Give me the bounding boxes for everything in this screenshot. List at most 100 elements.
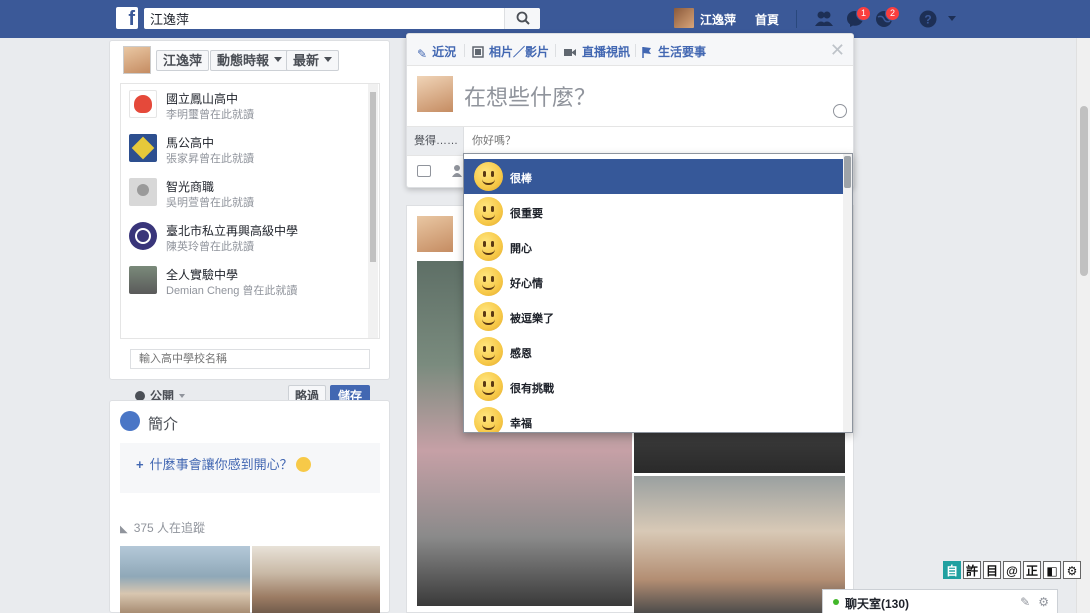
ime-button[interactable]: 自 bbox=[943, 561, 961, 579]
ime-button[interactable]: 許 bbox=[963, 561, 981, 579]
school-name: 國立鳳山高中 bbox=[166, 92, 239, 106]
tab-status-label: 近況 bbox=[432, 45, 457, 59]
friend-requests-button[interactable] bbox=[814, 9, 834, 29]
chat-bar[interactable]: 聊天室(130) ✎ ⚙ bbox=[822, 589, 1058, 613]
feeling-option[interactable]: 幸福 bbox=[464, 404, 844, 432]
search-box bbox=[144, 8, 540, 29]
latest-filter-label: 最新 bbox=[293, 53, 320, 68]
feeling-option[interactable]: 很重要 bbox=[464, 194, 844, 229]
list-item[interactable]: 馬公高中 張家昇曾在此就讀 bbox=[129, 130, 359, 170]
school-logo-icon bbox=[129, 134, 157, 162]
school-suggestion-list: 國立鳳山高中 李明璽曾在此就讀 馬公高中 張家昇曾在此就讀 智光商職 吳明萱曾在… bbox=[120, 83, 380, 339]
profile-name-button[interactable]: 江逸萍 bbox=[156, 50, 210, 71]
avatar[interactable] bbox=[417, 216, 453, 252]
feeling-option[interactable]: 很棒 bbox=[464, 159, 844, 194]
tab-live-video[interactable]: 直播視訊 bbox=[563, 43, 630, 61]
question-icon: ? bbox=[919, 10, 937, 28]
intro-prompt-link[interactable]: + 什麼事會讓你感到開心？ bbox=[136, 454, 311, 473]
ime-button[interactable]: 正 bbox=[1023, 561, 1041, 579]
search-input[interactable] bbox=[144, 8, 504, 29]
gear-icon[interactable]: ⚙ bbox=[1038, 595, 1049, 609]
notifications-button[interactable]: 2 bbox=[874, 6, 900, 29]
feeling-option[interactable]: 被逗樂了 bbox=[464, 299, 844, 334]
close-icon[interactable]: ✕ bbox=[830, 41, 845, 59]
avatar bbox=[417, 76, 453, 112]
caret-down-icon bbox=[948, 16, 956, 21]
messages-button[interactable]: 1 bbox=[845, 6, 871, 29]
smile-emoji-icon bbox=[474, 337, 503, 366]
profile-link[interactable]: 江逸萍 bbox=[700, 11, 736, 28]
feeling-input[interactable] bbox=[463, 127, 853, 155]
intro-card: 簡介 + 什麼事會讓你感到開心？ ◣ 375 人在追蹤 bbox=[109, 400, 390, 613]
compose-icon[interactable]: ✎ bbox=[1020, 595, 1030, 609]
plus-icon: + bbox=[136, 457, 144, 472]
list-item[interactable]: 國立鳳山高中 李明璽曾在此就讀 bbox=[129, 86, 359, 126]
avatar[interactable] bbox=[123, 46, 151, 74]
scrollbar-thumb[interactable] bbox=[844, 156, 851, 188]
school-name: 全人實驗中學 bbox=[166, 268, 239, 282]
school-attended-by: 陳英玲曾在此就讀 bbox=[166, 241, 254, 253]
page-scrollbar[interactable] bbox=[1076, 38, 1090, 613]
latest-filter-dropdown[interactable]: 最新 bbox=[286, 50, 340, 71]
list-item[interactable]: 全人實驗中學 Demian Cheng 曾在此就讀 bbox=[129, 262, 359, 302]
dropdown-scrollbar[interactable] bbox=[843, 154, 852, 432]
feeling-option[interactable]: 開心 bbox=[464, 229, 844, 264]
smile-emoji-icon bbox=[474, 372, 503, 401]
camera-icon[interactable] bbox=[417, 165, 431, 177]
scrollbar-thumb[interactable] bbox=[370, 92, 376, 262]
school-name: 馬公高中 bbox=[166, 136, 215, 150]
home-link[interactable]: 首頁 bbox=[755, 11, 779, 28]
tab-photo-video[interactable]: 相片／影片 bbox=[472, 43, 549, 61]
online-status-icon bbox=[833, 599, 839, 605]
tab-life-event[interactable]: 生活要事 bbox=[641, 43, 706, 61]
smile-emoji-icon bbox=[474, 232, 503, 261]
list-item[interactable]: 智光商職 吳明萱曾在此就讀 bbox=[129, 174, 359, 214]
school-card: 江逸萍 動態時報 最新 國立鳳山高中 李明璽曾在此就讀 馬公高中 張家昇曾在此就… bbox=[109, 40, 390, 406]
photo-thumbnail[interactable] bbox=[120, 546, 250, 613]
user-avatar[interactable] bbox=[674, 8, 694, 28]
chat-tools: ✎ ⚙ bbox=[1020, 595, 1049, 609]
friends-icon bbox=[815, 11, 833, 26]
ime-button[interactable]: @ bbox=[1003, 561, 1021, 579]
notifications-badge: 2 bbox=[884, 6, 900, 21]
smile-emoji-icon bbox=[474, 162, 503, 191]
photo-thumbnail[interactable] bbox=[252, 546, 380, 613]
smile-emoji-icon bbox=[295, 457, 311, 472]
school-attended-by: 吳明萱曾在此就讀 bbox=[166, 197, 254, 209]
feeling-option[interactable]: 感恩 bbox=[464, 334, 844, 369]
chat-label: 聊天室(130) bbox=[845, 597, 910, 611]
emoji-picker-icon[interactable] bbox=[833, 104, 847, 118]
school-search-input[interactable] bbox=[130, 349, 370, 369]
ime-button[interactable]: ◧ bbox=[1043, 561, 1061, 579]
divider bbox=[464, 44, 465, 57]
help-button[interactable]: ? bbox=[918, 9, 938, 29]
school-logo-icon bbox=[129, 90, 157, 118]
intro-title: 簡介 bbox=[148, 416, 179, 433]
facebook-logo-icon[interactable]: f bbox=[116, 7, 138, 29]
followers-count[interactable]: ◣ 375 人在追蹤 bbox=[120, 519, 205, 536]
tab-status[interactable]: ✎ 近況 bbox=[417, 43, 456, 61]
list-item[interactable]: 臺北市私立再興高級中學 陳英玲曾在此就讀 bbox=[129, 218, 359, 258]
smile-emoji-icon bbox=[474, 267, 503, 296]
intro-prompt-box[interactable]: + 什麼事會讓你感到開心？ bbox=[120, 443, 380, 493]
smile-emoji-icon bbox=[474, 197, 503, 226]
tag-friends-icon[interactable] bbox=[451, 164, 463, 178]
globe-icon bbox=[120, 411, 140, 431]
feeling-option[interactable]: 很有挑戰 bbox=[464, 369, 844, 404]
video-camera-icon bbox=[563, 47, 577, 61]
feeling-label: 覺得…… bbox=[407, 127, 463, 155]
photo-icon bbox=[472, 46, 484, 61]
divider bbox=[796, 10, 797, 28]
post-photo[interactable] bbox=[634, 476, 845, 613]
feeling-option[interactable]: 好心情 bbox=[464, 264, 844, 299]
list-scrollbar[interactable] bbox=[368, 84, 378, 338]
search-button[interactable] bbox=[504, 8, 540, 29]
ime-button[interactable]: 目 bbox=[983, 561, 1001, 579]
scrollbar-thumb[interactable] bbox=[1080, 106, 1088, 276]
ime-button[interactable]: ⚙ bbox=[1063, 561, 1081, 579]
timeline-filter-dropdown[interactable]: 動態時報 bbox=[210, 50, 290, 71]
composer-prompt[interactable]: 在想些什麼？ bbox=[464, 80, 596, 112]
svg-text:?: ? bbox=[924, 13, 931, 27]
ime-toolbar: 自許目 @ 正 ◧ ⚙ bbox=[941, 561, 1081, 579]
account-menu-button[interactable] bbox=[946, 13, 958, 23]
